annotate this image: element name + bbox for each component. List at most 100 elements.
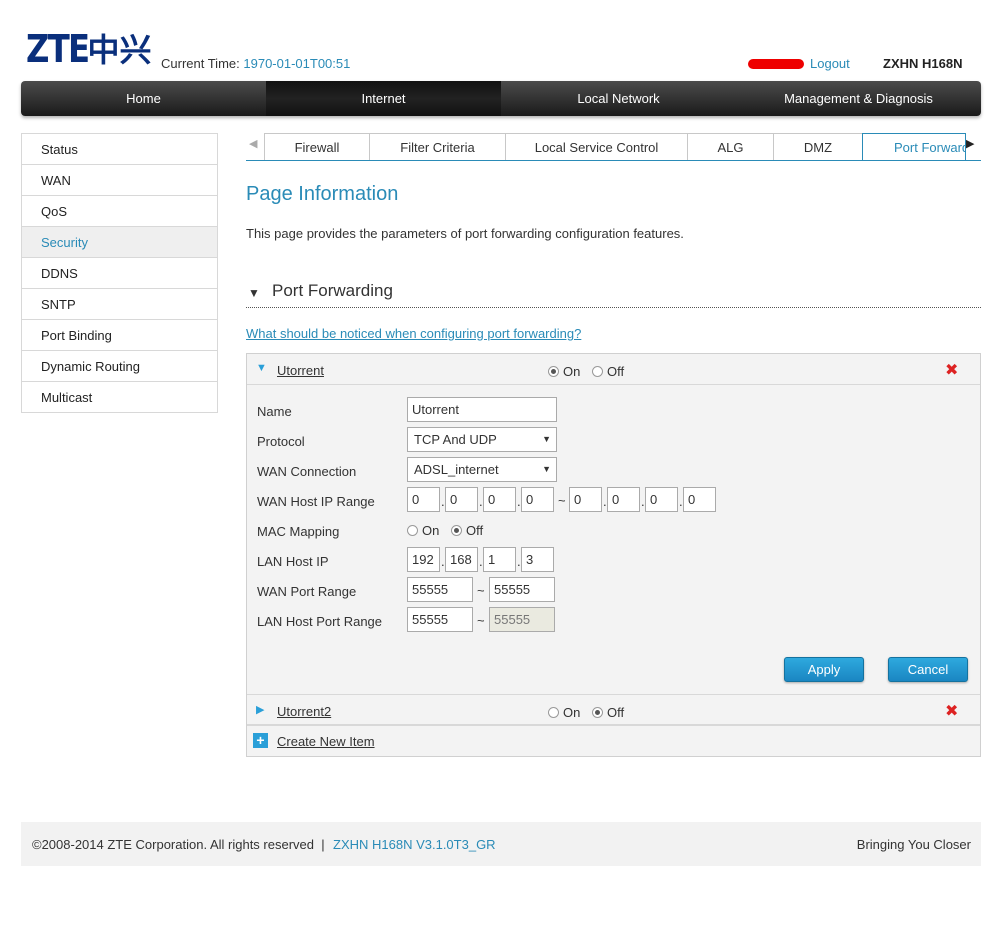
- current-time: Current Time: 1970-01-01T00:51: [161, 56, 350, 71]
- help-link[interactable]: What should be noticed when configuring …: [246, 326, 581, 341]
- lan-port-end-input: 55555: [489, 607, 555, 632]
- mac-off-radio[interactable]: [450, 525, 462, 536]
- sub-tabs: Firewall Filter Criteria Local Service C…: [246, 133, 981, 161]
- sidebar-item-sntp[interactable]: SNTP: [22, 289, 217, 320]
- lan-port-start-input[interactable]: 55555: [407, 607, 473, 632]
- mac-on-radio[interactable]: [407, 525, 418, 536]
- protocol-select[interactable]: TCP And UDP ▼: [407, 427, 557, 452]
- lan-ip-octet[interactable]: 168: [445, 547, 478, 572]
- wan-ip-start-octet[interactable]: 0: [521, 487, 554, 512]
- port-forwarding-rules: ▼ Utorrent On Off ✖ Name Utorrent Protoc…: [246, 353, 981, 757]
- footer-slogan: Bringing You Closer: [856, 837, 971, 852]
- tab-alg[interactable]: ALG: [687, 133, 774, 160]
- rule-form: Name Utorrent Protocol TCP And UDP ▼ WAN …: [247, 386, 980, 694]
- logo-zte-text: ZTE: [26, 27, 90, 71]
- logo-cn-text: 中兴: [87, 31, 152, 69]
- wan-ip-start-octet[interactable]: 0: [483, 487, 516, 512]
- wan-connection-value: ADSL_internet: [414, 462, 499, 477]
- cancel-button[interactable]: Cancel: [888, 657, 968, 682]
- radio-label: On: [563, 364, 581, 379]
- logout-link[interactable]: Logout: [810, 56, 850, 71]
- lan-ip-octet[interactable]: 3: [521, 547, 554, 572]
- wan-port-end-input[interactable]: 55555: [489, 577, 555, 602]
- rule-name-link[interactable]: Utorrent: [277, 363, 324, 378]
- copyright-text: ©2008-2014 ZTE Corporation. All rights r…: [32, 837, 314, 852]
- range-tilde: ~: [558, 493, 566, 508]
- dropdown-arrow-icon: ▼: [542, 434, 551, 444]
- radio-label: On: [422, 523, 440, 538]
- nav-home[interactable]: Home: [21, 81, 266, 116]
- tab-local-service-control[interactable]: Local Service Control: [505, 133, 688, 160]
- apply-button[interactable]: Apply: [784, 657, 864, 682]
- wan-ip-start-octet[interactable]: 0: [407, 487, 440, 512]
- firmware-version: ZXHN H168N V3.1.0T3_GR: [333, 837, 496, 852]
- lan-host-ip-label: LAN Host IP: [257, 554, 329, 569]
- main-nav: Home Internet Local Network Management &…: [21, 81, 981, 116]
- page-description: This page provides the parameters of por…: [246, 226, 684, 241]
- wan-ip-end-octet[interactable]: 0: [607, 487, 640, 512]
- range-tilde: ~: [477, 583, 485, 598]
- mac-mapping-label: MAC Mapping: [257, 524, 340, 539]
- red-x-icon[interactable]: ✖: [945, 360, 958, 380]
- protocol-label: Protocol: [257, 434, 305, 449]
- radio-label: Off: [465, 523, 484, 538]
- nav-management-diagnosis[interactable]: Management & Diagnosis: [736, 81, 981, 116]
- sidebar-item-ddns[interactable]: DDNS: [22, 258, 217, 289]
- lan-ip-octet[interactable]: 1: [483, 547, 516, 572]
- sidebar-item-status[interactable]: Status: [22, 134, 217, 165]
- rule-on-radio[interactable]: [548, 366, 559, 377]
- rule-off-radio[interactable]: [591, 366, 603, 377]
- rule-enable-group: On Off: [548, 705, 632, 720]
- wan-host-ip-label: WAN Host IP Range: [257, 494, 375, 509]
- footer: ©2008-2014 ZTE Corporation. All rights r…: [21, 822, 981, 866]
- current-time-label: Current Time:: [161, 56, 240, 71]
- tab-firewall[interactable]: Firewall: [264, 133, 370, 160]
- section-header-port-forwarding[interactable]: ▼ Port Forwarding: [246, 280, 981, 308]
- lan-ip-octet[interactable]: 192: [407, 547, 440, 572]
- tab-port-forwarding[interactable]: Port Forwarding: [862, 133, 966, 160]
- footer-separator: |: [321, 837, 325, 852]
- rule-header: ▶ Utorrent2 On Off ✖: [247, 694, 980, 725]
- rule-name-link[interactable]: Utorrent2: [277, 704, 331, 719]
- create-new-item-link[interactable]: Create New Item: [277, 734, 375, 749]
- tab-filter-criteria[interactable]: Filter Criteria: [369, 133, 506, 160]
- sidebar-item-security[interactable]: Security: [22, 227, 217, 258]
- current-time-value: 1970-01-01T00:51: [243, 56, 351, 71]
- section-title: Port Forwarding: [272, 281, 393, 300]
- plus-icon[interactable]: +: [253, 733, 268, 748]
- wan-ip-end-octet[interactable]: 0: [683, 487, 716, 512]
- red-x-icon[interactable]: ✖: [945, 701, 958, 721]
- wan-port-start-input[interactable]: 55555: [407, 577, 473, 602]
- sidebar-item-wan[interactable]: WAN: [22, 165, 217, 196]
- tab-scroll-left-icon[interactable]: ◀: [249, 137, 257, 150]
- name-label: Name: [257, 404, 292, 419]
- sidebar-item-multicast[interactable]: Multicast: [22, 382, 217, 413]
- wan-connection-label: WAN Connection: [257, 464, 357, 479]
- sidebar: Status WAN QoS Security DDNS SNTP Port B…: [21, 133, 218, 413]
- wan-ip-end-octet[interactable]: 0: [645, 487, 678, 512]
- wan-ip-end-octet[interactable]: 0: [569, 487, 602, 512]
- triangle-down-icon[interactable]: ▼: [248, 286, 260, 300]
- nav-internet[interactable]: Internet: [266, 81, 501, 116]
- wan-port-range-label: WAN Port Range: [257, 584, 357, 599]
- triangle-right-icon[interactable]: ▶: [256, 703, 264, 716]
- nav-local-network[interactable]: Local Network: [501, 81, 736, 116]
- page-title: Page Information: [246, 183, 399, 205]
- sidebar-item-dynamic-routing[interactable]: Dynamic Routing: [22, 351, 217, 382]
- wan-connection-select[interactable]: ADSL_internet ▼: [407, 457, 557, 482]
- protocol-value: TCP And UDP: [414, 432, 497, 447]
- redacted-username: [748, 59, 804, 69]
- rule-on-radio[interactable]: [548, 707, 559, 718]
- triangle-down-icon[interactable]: ▼: [256, 362, 267, 374]
- sidebar-item-qos[interactable]: QoS: [22, 196, 217, 227]
- radio-label: Off: [606, 705, 625, 720]
- name-input[interactable]: Utorrent: [407, 397, 557, 422]
- rule-off-radio[interactable]: [591, 707, 603, 718]
- create-new-row: + Create New Item: [247, 725, 980, 756]
- tab-scroll-right-icon[interactable]: ▶: [966, 137, 974, 150]
- tab-dmz[interactable]: DMZ: [773, 133, 863, 160]
- range-tilde: ~: [477, 613, 485, 628]
- sidebar-item-port-binding[interactable]: Port Binding: [22, 320, 217, 351]
- zte-logo: ZTE 中兴: [26, 30, 151, 68]
- wan-ip-start-octet[interactable]: 0: [445, 487, 478, 512]
